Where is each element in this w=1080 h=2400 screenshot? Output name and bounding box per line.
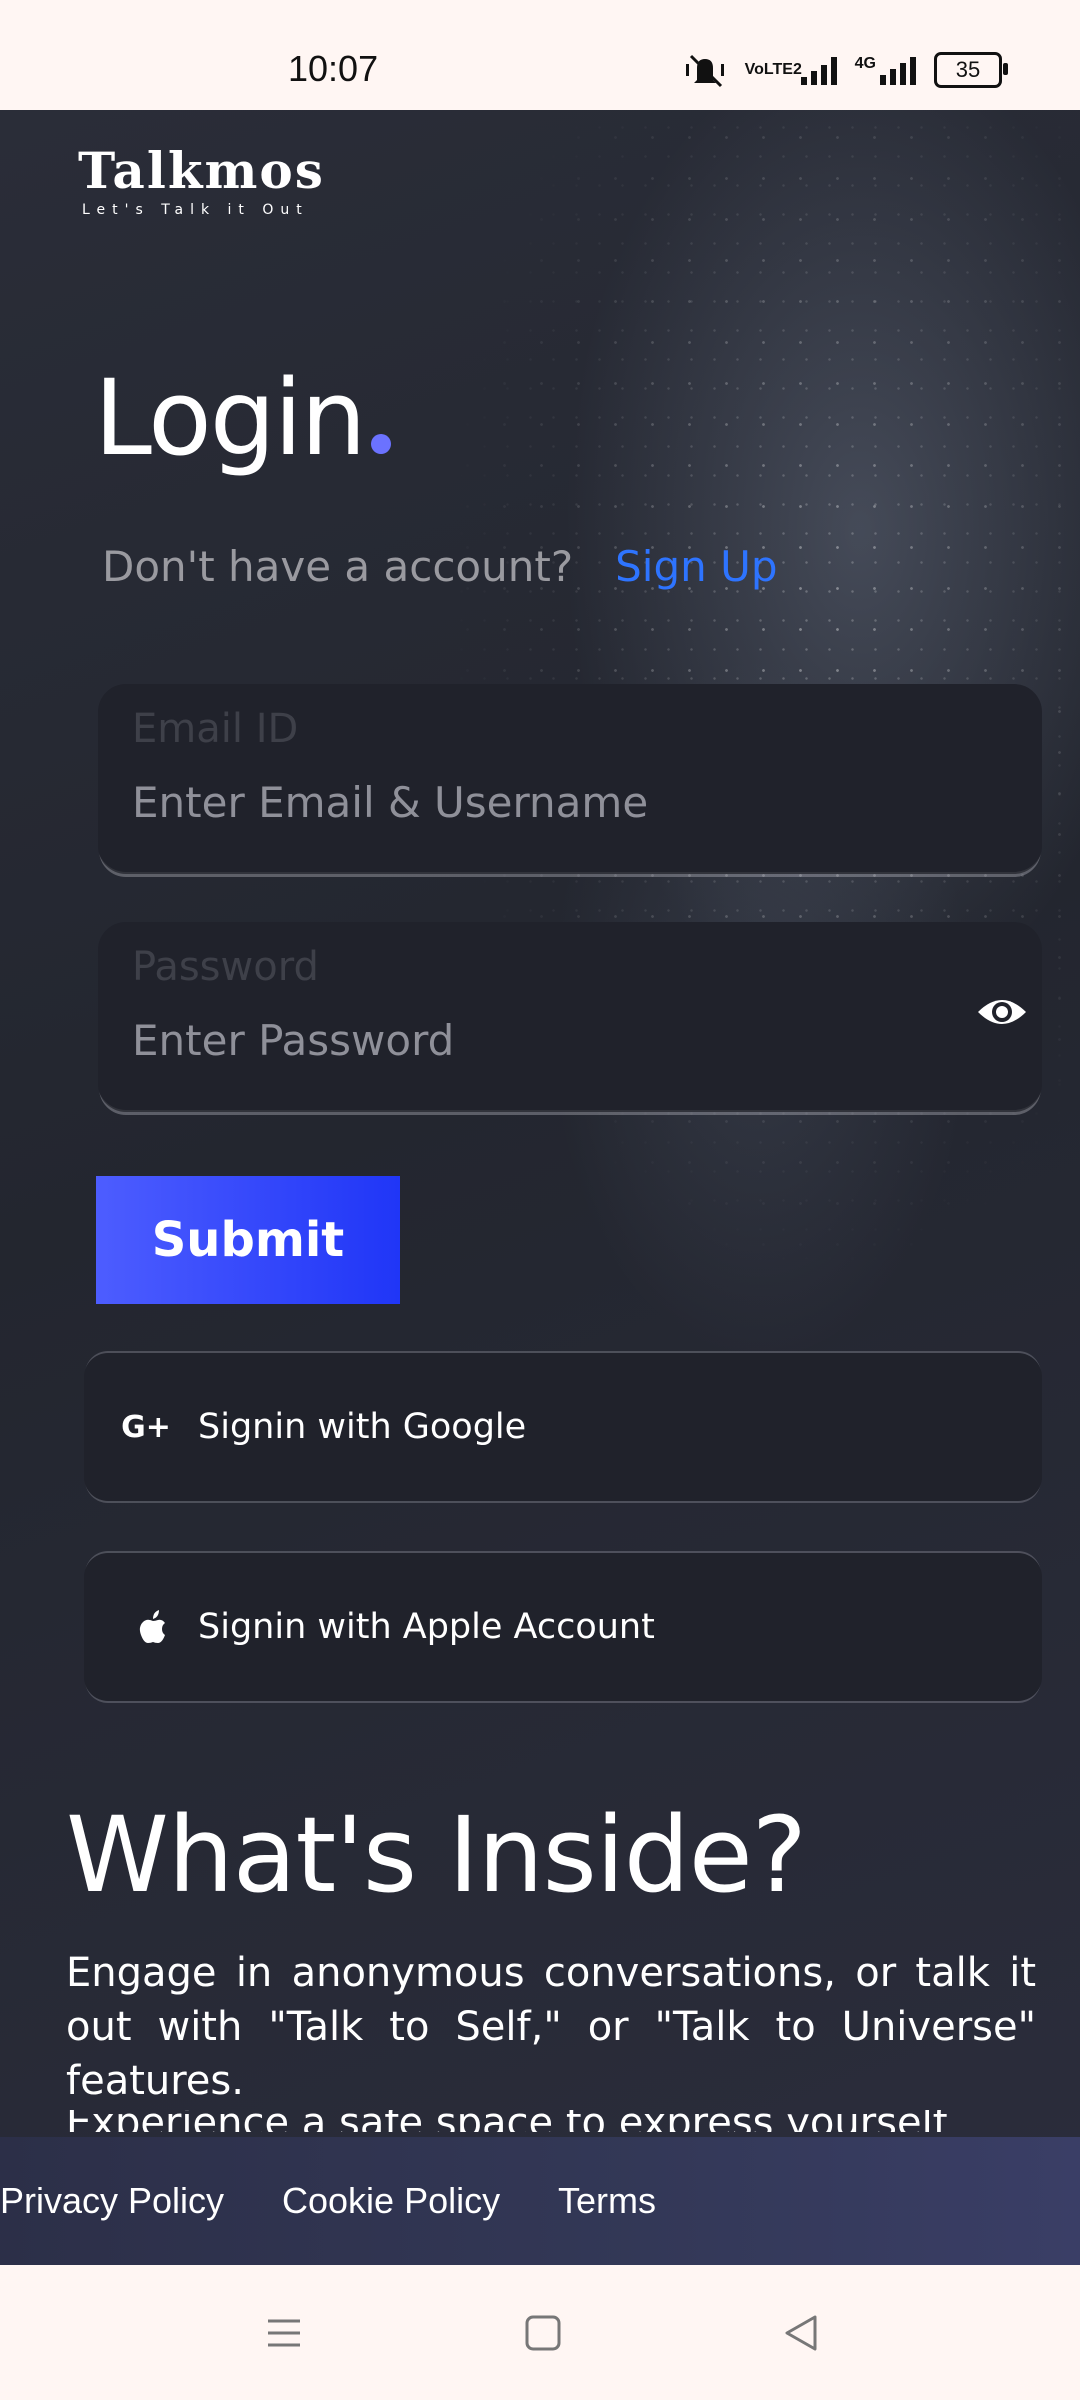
- whats-inside-heading: What's Inside?: [66, 1794, 807, 1916]
- cookie-policy-link[interactable]: Cookie Policy: [282, 2180, 500, 2222]
- submit-button[interactable]: Submit: [96, 1176, 400, 1304]
- system-nav-bar: [0, 2265, 1080, 2400]
- email-field: Email ID: [98, 684, 1042, 874]
- show-password-eye-icon[interactable]: [976, 992, 1028, 1032]
- email-label: Email ID: [132, 706, 299, 752]
- signup-link[interactable]: Sign Up: [615, 542, 777, 591]
- signup-prompt-row: Don't have a account? Sign Up: [102, 542, 778, 591]
- footer-links: Privacy Policy Cookie Policy Terms: [0, 2137, 1080, 2265]
- whats-inside-paragraph: Engage in anonymous conversations, or ta…: [66, 1950, 1036, 2102]
- google-signin-label: Signin with Google: [198, 1407, 527, 1447]
- signal-icon: [800, 55, 837, 85]
- whats-inside-paragraph-cut: Experience a safe space to express yours…: [66, 2110, 1036, 2132]
- signup-prompt-text: Don't have a account?: [102, 542, 574, 591]
- apple-signin-button[interactable]: Signin with Apple Account: [84, 1553, 1042, 1701]
- password-field: Password: [98, 922, 1042, 1112]
- status-bar: 10:07 VoLTE2 4G 35: [0, 0, 1080, 110]
- status-icons: VoLTE2 4G 35: [683, 52, 1008, 88]
- apple-signin-label: Signin with Apple Account: [198, 1607, 655, 1647]
- terms-link[interactable]: Terms: [558, 2180, 656, 2222]
- brand-name: Talkmos: [78, 141, 325, 200]
- google-signin-button[interactable]: G+ Signin with Google: [84, 1353, 1042, 1501]
- whats-inside-cut-text: Experience a safe space to express yours…: [66, 2110, 1036, 2132]
- network-type-label: 4G: [854, 55, 876, 72]
- back-icon[interactable]: [779, 2311, 823, 2355]
- 4g-signal-icon: 4G: [855, 55, 916, 85]
- status-time: 10:07: [288, 48, 379, 89]
- menu-icon[interactable]: [262, 2311, 306, 2355]
- battery-icon: 35: [934, 52, 1008, 88]
- volte-icon: VoLTE2: [744, 61, 802, 78]
- brand-tagline: Let's Talk it Out: [82, 202, 309, 218]
- email-input[interactable]: [132, 770, 952, 834]
- privacy-policy-link[interactable]: Privacy Policy: [0, 2180, 224, 2222]
- title-dot: [370, 434, 391, 454]
- google-plus-icon: G+: [121, 1409, 171, 1445]
- app-screen: Talkmos Let's Talk it Out Login Don't ha…: [0, 110, 1080, 2265]
- page-title: Login: [94, 366, 391, 470]
- apple-icon: [139, 1610, 165, 1643]
- login-title-text: Login: [94, 357, 367, 479]
- password-label: Password: [132, 944, 319, 990]
- mute-vibrate-icon: [685, 54, 724, 88]
- home-icon[interactable]: [521, 2311, 565, 2355]
- battery-level: 35: [955, 57, 981, 82]
- password-input[interactable]: [132, 1008, 952, 1072]
- brand-logo[interactable]: Talkmos Let's Talk it Out: [78, 141, 325, 219]
